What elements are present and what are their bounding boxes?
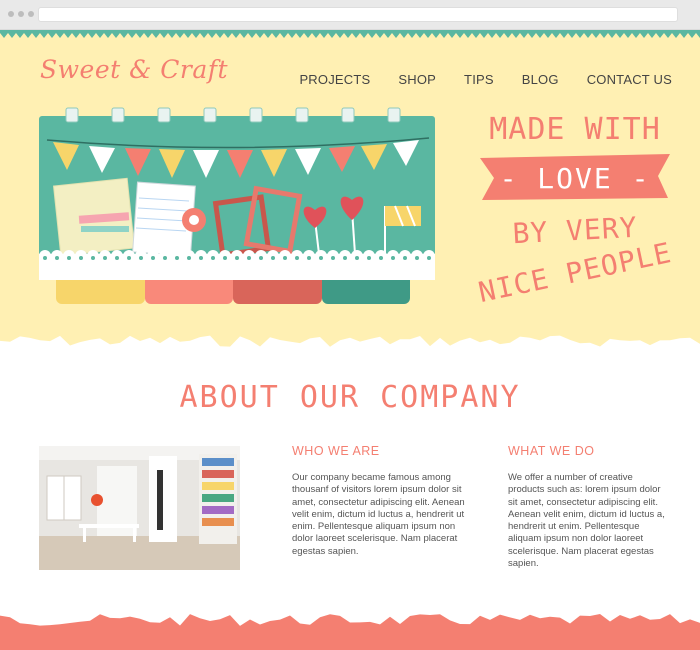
lace-hole <box>127 256 131 260</box>
lace-hole <box>199 256 203 260</box>
lace-hole <box>283 256 287 260</box>
lace-hole <box>187 256 191 260</box>
lace-hole <box>343 256 347 260</box>
lace-hole <box>175 256 179 260</box>
lace-hole <box>259 256 263 260</box>
nav-shop[interactable]: SHOP <box>398 72 436 87</box>
lace-hole <box>331 256 335 260</box>
window-dot-icon[interactable] <box>8 11 14 17</box>
nav-tips[interactable]: TIPS <box>464 72 494 87</box>
lace-hole <box>211 256 215 260</box>
lace-hole <box>43 256 47 260</box>
nav-blog[interactable]: BLOG <box>522 72 559 87</box>
who-we-are-text: Our company became famous among thousanf… <box>292 472 465 557</box>
lace-hole <box>307 256 311 260</box>
lace-hole <box>55 256 59 260</box>
lace-hole <box>79 256 83 260</box>
lace-hole <box>379 256 383 260</box>
lace-hole <box>427 256 431 260</box>
lace-hole <box>235 256 239 260</box>
craft-items-icon <box>52 177 421 258</box>
lace-hole <box>295 256 299 260</box>
what-we-do-heading: WHAT WE DO <box>508 444 595 458</box>
window-dot-icon[interactable] <box>28 11 34 17</box>
browser-chrome <box>0 0 700 30</box>
lace-hole <box>115 256 119 260</box>
what-we-do-text: We offer a number of creative products s… <box>508 472 665 570</box>
nav-projects[interactable]: PROJECTS <box>299 72 370 87</box>
lace-hole <box>223 256 227 260</box>
tab-red <box>233 280 322 304</box>
about-title: ABOUT OUR COMPANY <box>179 380 521 415</box>
lace-hole <box>415 256 419 260</box>
slogan-line-1: MADE WITH <box>489 112 661 147</box>
what-we-do-column: WHAT WE DO We offer a number of creative… <box>508 444 668 570</box>
lace-hole <box>139 256 143 260</box>
main-nav: PROJECTS SHOP TIPS BLOG CONTACT US <box>271 72 672 87</box>
zigzag-border <box>0 30 700 38</box>
slogan-love: - LOVE - <box>499 162 651 195</box>
lace-hole <box>163 256 167 260</box>
site-logo[interactable]: Sweet & Craft <box>40 55 228 84</box>
torn-paper-footer <box>0 614 700 650</box>
binder-clips-icon <box>65 107 401 123</box>
lace-hole <box>403 256 407 260</box>
lace-hole <box>355 256 359 260</box>
torn-paper-edge <box>0 335 700 355</box>
hero-slogan: MADE WITH - LOVE - BY VERY NICE PEOPLE <box>470 110 680 320</box>
lace-hole <box>247 256 251 260</box>
interior-photo <box>39 446 240 570</box>
color-tabs <box>56 280 410 304</box>
lace-hole <box>91 256 95 260</box>
nav-contact-us[interactable]: CONTACT US <box>587 72 672 87</box>
lace-hole <box>151 256 155 260</box>
tab-teal <box>321 280 410 304</box>
window-controls <box>8 11 34 17</box>
lace-trim <box>39 250 435 280</box>
address-bar[interactable] <box>38 7 678 22</box>
tab-coral <box>144 280 233 304</box>
lace-hole <box>67 256 71 260</box>
window-dot-icon[interactable] <box>18 11 24 17</box>
who-we-are-heading: WHO WE ARE <box>292 444 380 458</box>
lace-hole <box>271 256 275 260</box>
lace-hole <box>103 256 107 260</box>
who-we-are-column: WHO WE ARE Our company became famous amo… <box>292 444 467 558</box>
lace-hole <box>391 256 395 260</box>
tab-yellow <box>56 280 145 304</box>
lace-hole <box>367 256 371 260</box>
lace-hole <box>319 256 323 260</box>
